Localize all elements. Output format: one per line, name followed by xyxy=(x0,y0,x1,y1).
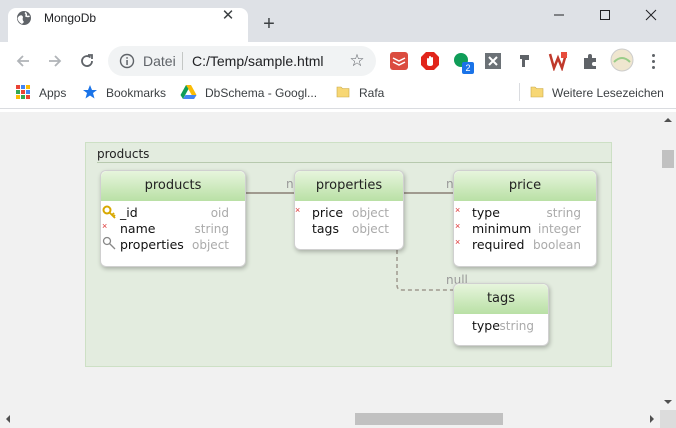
field-type: integer xyxy=(538,222,581,236)
minimize-button[interactable] xyxy=(536,0,582,30)
relation-label-n: n xyxy=(286,177,294,191)
entity-title: price xyxy=(454,171,596,201)
field-type: object xyxy=(352,222,389,236)
folder-icon xyxy=(530,86,544,98)
extension-badge-group[interactable]: 2 xyxy=(452,51,474,74)
group-underline xyxy=(97,162,612,163)
field-name: required xyxy=(472,237,525,252)
field-name: tags xyxy=(312,221,340,236)
minimize-icon xyxy=(554,14,564,16)
tab-close-button[interactable]: ✕ xyxy=(220,8,236,24)
field-type: string xyxy=(499,319,534,333)
todoist-icon[interactable] xyxy=(389,51,409,71)
field-name: type xyxy=(472,318,500,333)
field-type: boolean xyxy=(533,238,581,252)
new-tab-button[interactable]: + xyxy=(259,14,279,34)
field-name: name xyxy=(120,221,156,236)
omnibox-divider xyxy=(182,52,183,70)
bookmark-star-icon[interactable]: ☆ xyxy=(346,50,368,72)
arrow-left-icon xyxy=(16,55,29,67)
horizontal-scrollbar[interactable] xyxy=(0,410,660,428)
maximize-button[interactable] xyxy=(582,0,628,30)
puzzle-tile-icon[interactable] xyxy=(483,51,503,71)
vertical-scroll-thumb[interactable] xyxy=(662,150,674,168)
google-drive-icon xyxy=(180,85,197,99)
required-marker-icon: × xyxy=(455,237,461,247)
required-marker-icon: × xyxy=(295,205,301,215)
field-type: object xyxy=(192,238,229,252)
globe-icon xyxy=(17,11,31,25)
profile-avatar[interactable] xyxy=(610,48,634,72)
url-text[interactable]: C:/Temp/sample.html xyxy=(192,53,323,69)
group-label: products xyxy=(97,147,150,161)
required-marker-icon: × xyxy=(102,221,108,231)
primary-key-icon xyxy=(102,205,116,219)
bookmark-other[interactable]: Weitere Lesezeichen xyxy=(552,86,664,100)
entity-title: products xyxy=(101,171,245,201)
field-name: _id xyxy=(120,205,138,220)
scroll-down-icon[interactable] xyxy=(662,397,674,407)
reference-key-icon xyxy=(102,236,116,250)
folder-icon xyxy=(336,86,350,98)
bookmark-apps[interactable]: Apps xyxy=(39,86,66,100)
field-name: price xyxy=(312,205,344,220)
field-type: string xyxy=(546,206,581,220)
wappalyzer-icon[interactable] xyxy=(548,51,568,71)
close-window-button[interactable] xyxy=(628,0,674,30)
extensions-puzzle-icon[interactable] xyxy=(580,51,600,71)
arrow-right-icon xyxy=(49,55,62,67)
reload-button[interactable] xyxy=(75,50,99,72)
scroll-left-icon[interactable] xyxy=(3,413,13,425)
bookmark-rafa[interactable]: Rafa xyxy=(359,86,384,100)
bookmark-bookmarks[interactable]: Bookmarks xyxy=(106,86,166,100)
extension-badge-count: 2 xyxy=(462,62,474,74)
field-name: type xyxy=(472,205,500,220)
back-button[interactable] xyxy=(11,50,35,72)
scroll-right-icon[interactable] xyxy=(647,413,657,425)
close-icon xyxy=(645,9,657,21)
field-name: properties xyxy=(120,237,184,252)
field-type: string xyxy=(194,222,229,236)
reload-icon xyxy=(81,54,93,67)
field-name: minimum xyxy=(472,221,532,236)
maximize-icon xyxy=(600,10,610,20)
horizontal-scroll-thumb[interactable] xyxy=(355,413,503,425)
forward-button[interactable] xyxy=(43,50,67,72)
scrollbar-corner xyxy=(660,410,676,428)
required-marker-icon: × xyxy=(455,221,461,231)
entity-tags[interactable]: tags xyxy=(453,283,549,346)
info-icon[interactable] xyxy=(119,53,135,69)
required-marker-icon: × xyxy=(455,205,461,215)
menu-kebab-icon[interactable] xyxy=(645,50,661,72)
entity-title: tags xyxy=(454,284,548,314)
opera-adblock-icon[interactable] xyxy=(420,51,440,71)
star-icon xyxy=(83,85,97,99)
field-type: oid xyxy=(210,206,229,220)
hook-icon[interactable] xyxy=(515,51,535,71)
field-type: object xyxy=(352,206,389,220)
bookmark-dbschema[interactable]: DbSchema - Googl... xyxy=(205,86,317,100)
apps-grid-icon xyxy=(16,85,30,99)
bookmarks-divider xyxy=(519,83,520,101)
scroll-up-icon[interactable] xyxy=(662,115,674,125)
scheme-label: Datei xyxy=(143,53,176,69)
entity-title: properties xyxy=(295,171,403,201)
tab-title: MongoDb xyxy=(44,11,97,25)
